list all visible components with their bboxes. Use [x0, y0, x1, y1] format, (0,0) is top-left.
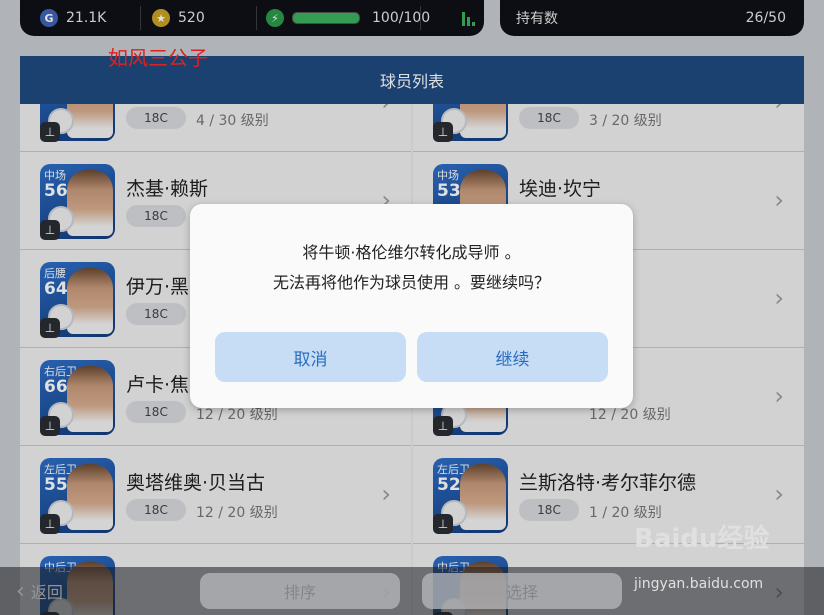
cancel-button[interactable]: 取消	[215, 332, 406, 382]
dialog-message: 将牛顿·格伦维尔转化成导师 。 无法再将他作为球员使用 。要继续吗？	[190, 238, 633, 298]
dialog-message-line1: 将牛顿·格伦维尔转化成导师 。	[302, 243, 521, 262]
author-watermark: 如风三公子	[108, 46, 208, 70]
dialog-message-line2: 无法再将他作为球员使用 。要继续吗？	[272, 273, 551, 292]
confirm-dialog: 将牛顿·格伦维尔转化成导师 。 无法再将他作为球员使用 。要继续吗？ 取消 继续	[190, 204, 633, 408]
continue-button[interactable]: 继续	[417, 332, 608, 382]
